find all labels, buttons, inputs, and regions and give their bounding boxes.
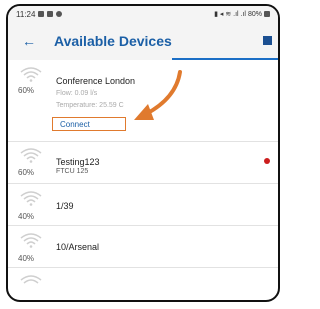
battery-icon (264, 11, 270, 17)
status-right: ▮ ◂ ≋ .ıl .ıl 80% (214, 10, 270, 18)
list-item[interactable]: 40% 1/39 (8, 184, 278, 226)
list-item[interactable] (8, 268, 278, 298)
device-flow: Flow: 0.09 l/s (56, 90, 98, 97)
device-name: 10/Arsenal (56, 242, 100, 252)
app-bar: ← Available Devices (8, 22, 278, 60)
wifi-icon (20, 191, 42, 206)
device-name: 1/39 (56, 201, 74, 211)
wifi-icon (20, 275, 42, 284)
wifi-icon (20, 148, 42, 163)
signal-percent: 60% (18, 168, 35, 177)
status-time: 11:24 (16, 9, 36, 19)
signal-icons: ▮ ◂ ≋ .ıl .ıl (214, 11, 246, 18)
page-title: Available Devices (54, 33, 172, 49)
wifi-icon (20, 67, 42, 82)
notification-icon (38, 11, 45, 17)
signal-percent: 40% (18, 254, 35, 263)
signal-percent: 40% (18, 212, 35, 221)
back-arrow-icon[interactable]: ← (16, 33, 42, 49)
list-item[interactable]: 60% Testing123 FTCU 125 (8, 142, 278, 184)
list-item[interactable]: 60% Conference London Flow: 0.09 l/s Tem… (8, 60, 278, 142)
signal-percent: 60% (18, 86, 35, 95)
notification-icon (47, 11, 54, 17)
pointer-arrow-icon (134, 70, 182, 120)
battery-percent: 80% (247, 10, 262, 18)
status-left: 11:24 (16, 9, 63, 19)
device-list: 60% Conference London Flow: 0.09 l/s Tem… (8, 60, 278, 298)
device-name: Testing123 (56, 157, 100, 167)
notification-icon (56, 11, 63, 17)
list-item[interactable]: 40% 10/Arsenal (8, 226, 278, 268)
wifi-icon (20, 233, 42, 248)
connect-button[interactable]: Connect (52, 117, 126, 131)
status-dot (264, 158, 270, 164)
phone-frame: 11:24 ▮ ◂ ≋ .ıl .ıl 80% ← Available Devi… (6, 4, 280, 302)
menu-icon[interactable] (263, 36, 272, 45)
status-bar: 11:24 ▮ ◂ ≋ .ıl .ıl 80% (8, 6, 278, 22)
device-temperature: Temperature: 25.59 C (56, 102, 124, 109)
device-detail: FTCU 125 (56, 168, 89, 175)
